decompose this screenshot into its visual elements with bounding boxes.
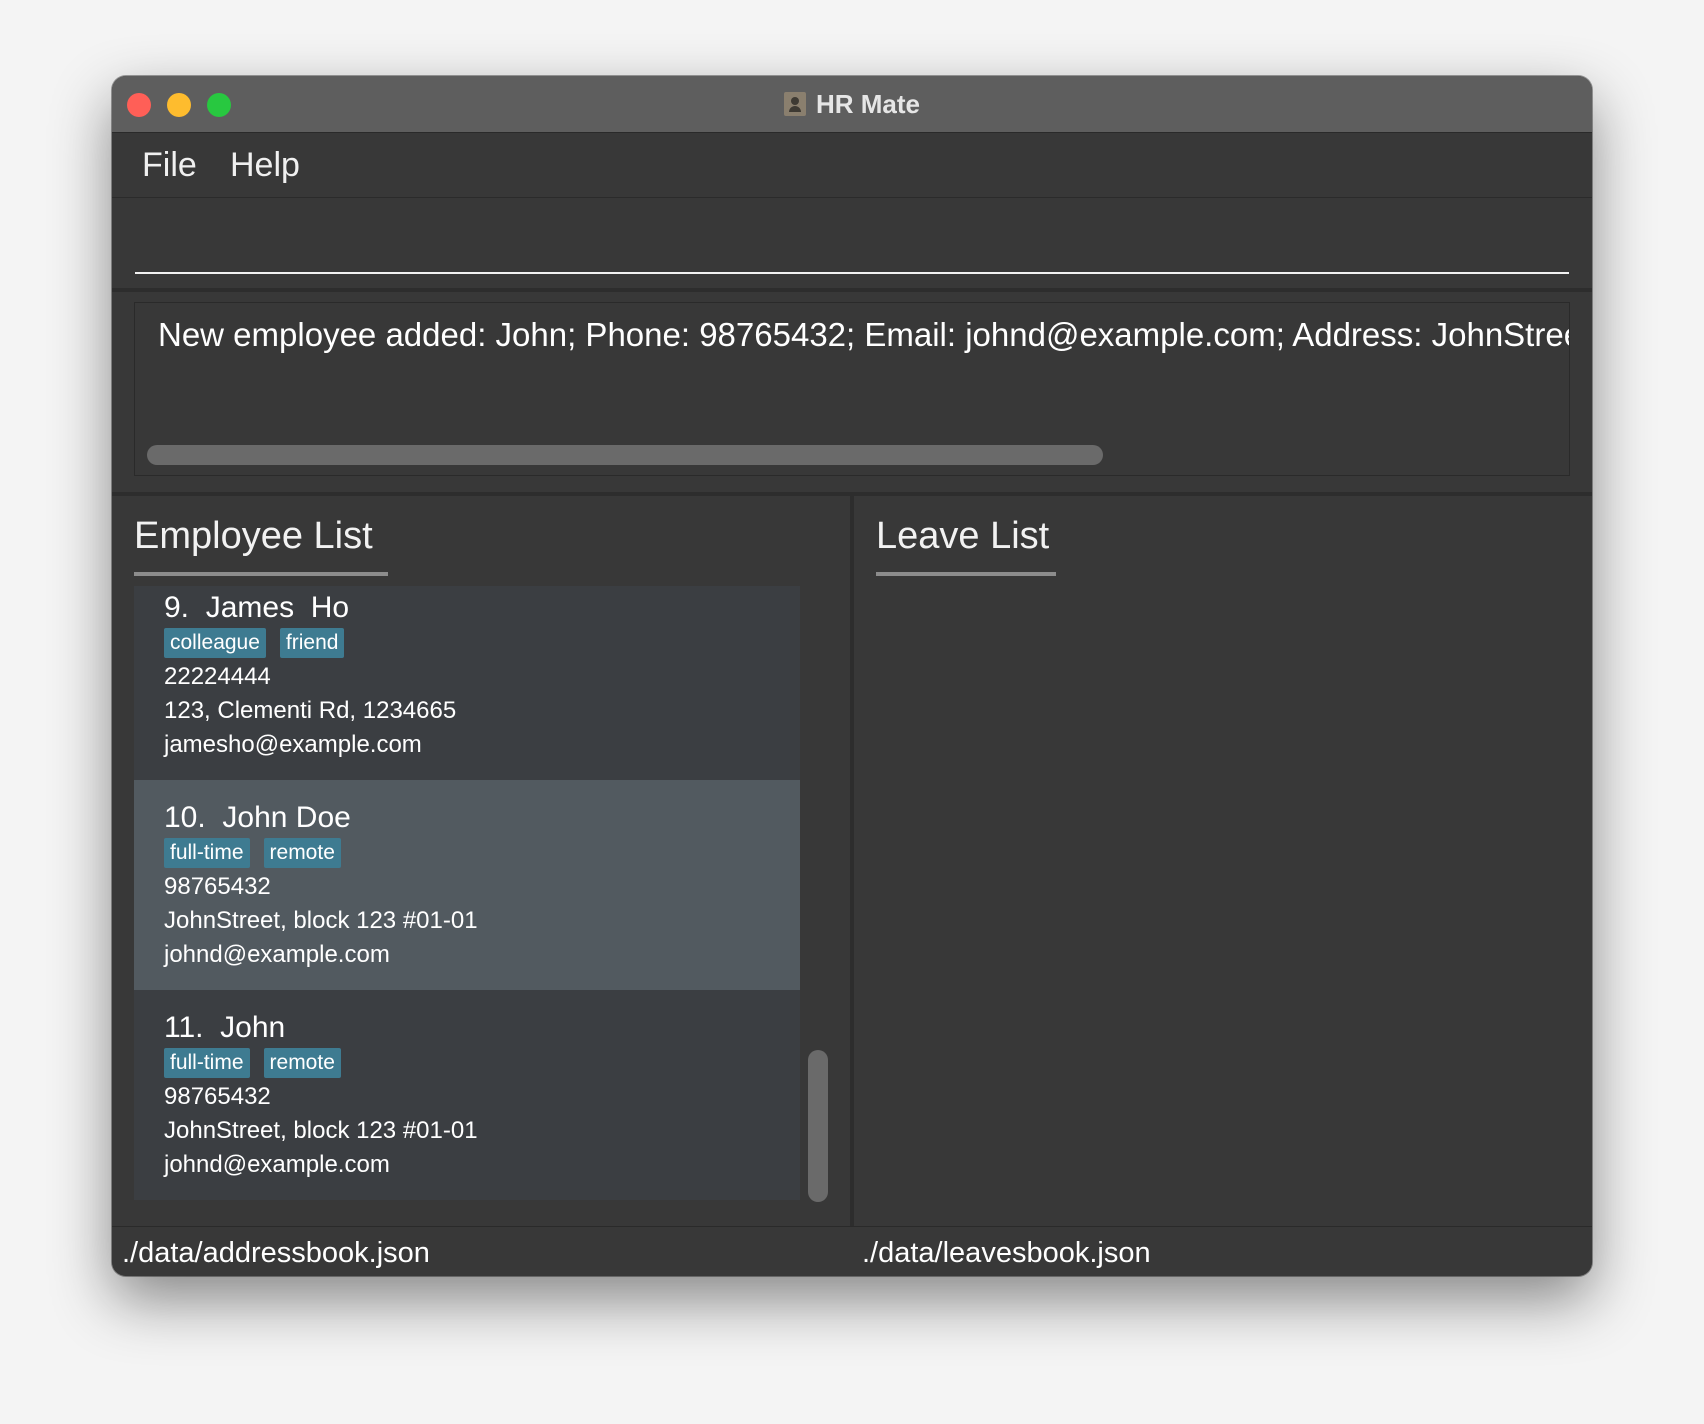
employee-index: 10.	[164, 801, 206, 834]
leave-list-title: Leave List	[876, 515, 1050, 557]
tag: colleague	[164, 628, 266, 658]
menu-bar: File Help	[112, 133, 1592, 198]
employee-phone: 98765432	[164, 873, 271, 900]
leaves-book-path: ./data/leavesbook.json	[862, 1237, 1151, 1269]
employee-name: James Ho	[205, 591, 350, 624]
tag: remote	[263, 838, 341, 868]
app-window: HR Mate File Help New employee added: Jo…	[112, 76, 1592, 1276]
employee-card[interactable]: 11. John full-time remote 98765432 JohnS…	[134, 990, 800, 1200]
employee-list-pane: Employee List 9. James Ho colleague frie…	[112, 496, 850, 1226]
result-display[interactable]: New employee added: John; Phone: 9876543…	[134, 302, 1570, 476]
result-message: New employee added: John; Phone: 9876543…	[158, 316, 1569, 353]
result-display-area: New employee added: John; Phone: 9876543…	[112, 292, 1592, 492]
employee-card[interactable]: 9. James Ho colleague friend 22224444 12…	[134, 586, 800, 780]
employee-index-name: 9. James Ho	[164, 590, 349, 626]
employee-phone: 22224444	[164, 663, 271, 690]
employee-address: JohnStreet, block 123 #01-01	[164, 1117, 478, 1144]
list-panes: Employee List 9. James Ho colleague frie…	[112, 496, 1592, 1226]
employee-address: JohnStreet, block 123 #01-01	[164, 907, 478, 934]
tag-list: full-time remote	[164, 838, 341, 868]
window-title-group: HR Mate	[112, 76, 1592, 132]
title-underline	[876, 572, 1056, 576]
employee-list-title: Employee List	[134, 515, 373, 557]
horizontal-scrollbar[interactable]	[147, 445, 1103, 465]
tag: full-time	[164, 1048, 250, 1078]
employee-index: 11.	[164, 1011, 204, 1044]
employee-address: 123, Clementi Rd, 1234665	[164, 697, 457, 724]
employee-email: johnd@example.com	[164, 1151, 390, 1178]
tag-list: colleague friend	[164, 628, 345, 658]
tag: friend	[279, 628, 345, 658]
employee-index-name: 10. John Doe	[164, 800, 351, 836]
employee-name: John Doe	[222, 801, 351, 834]
status-bar: ./data/addressbook.json ./data/leavesboo…	[112, 1226, 1592, 1276]
vertical-scrollbar[interactable]	[808, 1050, 828, 1202]
menu-file[interactable]: File	[142, 145, 197, 185]
employee-email: johnd@example.com	[164, 941, 390, 968]
employee-card-selected[interactable]: 10. John Doe full-time remote 98765432 J…	[134, 780, 800, 990]
tag: remote	[263, 1048, 341, 1078]
employee-name: John	[220, 1011, 286, 1044]
employee-phone: 98765432	[164, 1083, 271, 1110]
employee-index-name: 11. John	[164, 1010, 285, 1046]
app-icon	[783, 92, 806, 116]
title-underline	[134, 572, 388, 576]
command-input[interactable]	[135, 210, 1569, 274]
employee-list[interactable]: 9. James Ho colleague friend 22224444 12…	[134, 586, 800, 1200]
menu-help[interactable]: Help	[230, 145, 300, 185]
employee-index: 9.	[164, 591, 190, 624]
leave-list-pane: Leave List	[854, 496, 1592, 1226]
tag: full-time	[164, 838, 250, 868]
address-book-path: ./data/addressbook.json	[122, 1237, 430, 1269]
title-bar: HR Mate	[112, 76, 1592, 133]
command-box-area	[112, 198, 1592, 288]
tag-list: full-time remote	[164, 1048, 341, 1078]
employee-email: jamesho@example.com	[164, 731, 422, 758]
window-title: HR Mate	[815, 88, 920, 119]
